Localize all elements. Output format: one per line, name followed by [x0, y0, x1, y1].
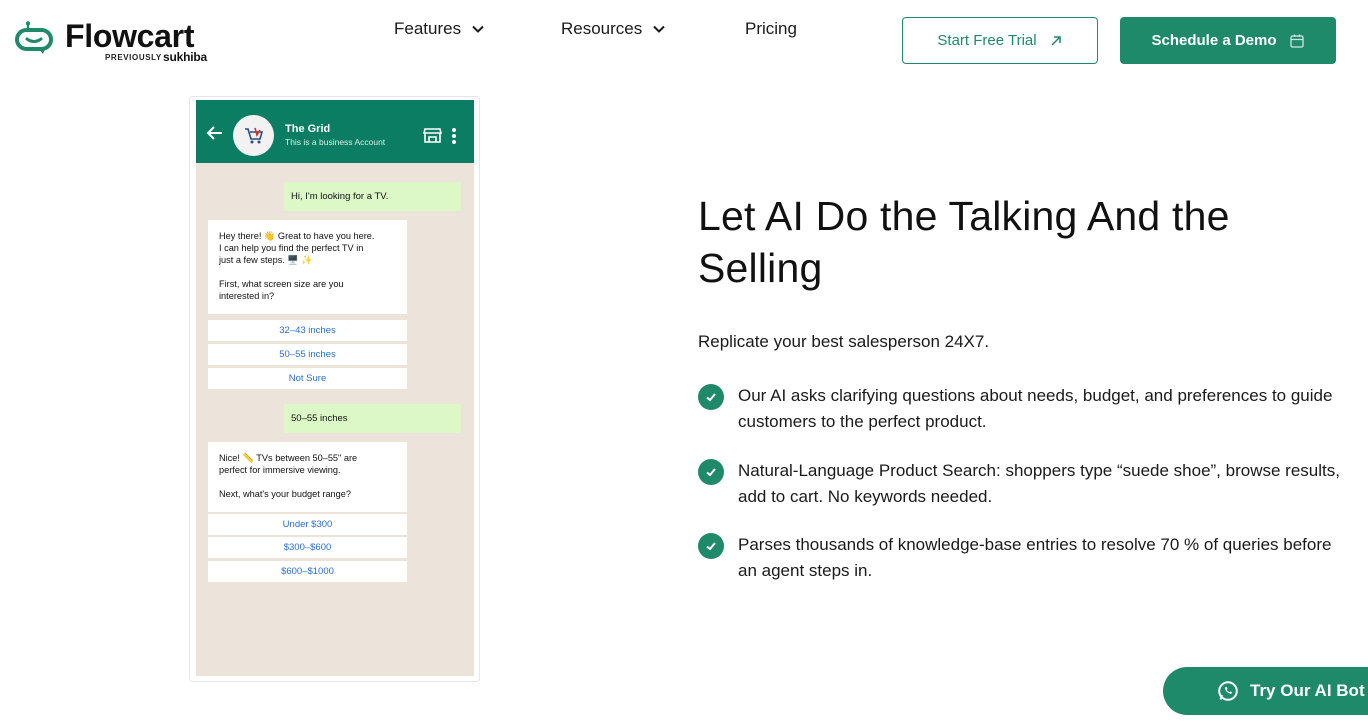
check-circle-icon — [698, 459, 724, 485]
try-ai-bot-label: Try Our AI Bot — [1250, 681, 1365, 700]
nav-item-pricing[interactable]: Pricing — [745, 17, 825, 41]
nav-item-label: Features — [394, 19, 462, 38]
nav-item-resources[interactable]: Resources — [561, 17, 701, 41]
whatsapp-icon — [1218, 681, 1238, 701]
quick-reply-option[interactable]: Under $300 — [208, 514, 407, 535]
arrow-up-right-icon — [1051, 35, 1061, 46]
check-circle-icon — [698, 533, 724, 559]
more-vertical-icon — [452, 128, 456, 144]
quick-reply-option[interactable]: $600–$1000 — [208, 561, 407, 582]
quick-reply-option[interactable]: 50–55 inches — [208, 344, 407, 365]
chevron-down-icon — [653, 25, 665, 33]
nav-item-features[interactable]: Features — [394, 17, 485, 41]
chevron-down-icon — [472, 25, 484, 33]
feature-text: Parses thousands of knowledge-base entri… — [738, 535, 1332, 580]
flowcart-logo-icon — [15, 21, 53, 54]
contact-avatar — [233, 115, 274, 156]
calendar-icon — [1289, 34, 1304, 48]
quick-reply-option[interactable]: $300–$600 — [208, 537, 407, 558]
brand-previously-label: PREVIOUSLY — [105, 53, 162, 62]
try-ai-bot-button[interactable]: Try Our AI Bot — [1163, 667, 1368, 715]
start-free-trial-label: Start Free Trial — [937, 32, 1037, 49]
start-free-trial-button[interactable]: Start Free Trial — [902, 17, 1098, 64]
message-incoming: Hey there! 👋 Great to have you here. I c… — [208, 220, 407, 314]
feature-text: Natural-Language Product Search: shopper… — [738, 461, 1340, 506]
hero-headline: Let AI Do the Talking And the Selling — [698, 193, 1230, 291]
nav-item-label: Pricing — [745, 19, 797, 38]
chat-header: The Grid This is a business Account — [196, 100, 474, 163]
brand-logo[interactable]: Flowcart PREVIOUSLY sukhiba — [15, 18, 225, 68]
store-icon — [423, 128, 442, 143]
schedule-demo-label: Schedule a Demo — [1151, 32, 1277, 49]
schedule-demo-button[interactable]: Schedule a Demo — [1120, 17, 1336, 64]
chat-screenshot: The Grid This is a business Account Hi, … — [196, 100, 474, 676]
back-arrow-icon — [206, 126, 222, 140]
feature-text: Our AI asks clarifying questions about n… — [738, 386, 1333, 431]
contact-name: The Grid — [285, 123, 331, 135]
cart-logo-icon — [244, 127, 263, 143]
contact-subtitle: This is a business Account — [285, 137, 386, 147]
message-incoming: Nice! 📏 TVs between 50–55" are perfect f… — [208, 442, 407, 512]
hero-subline: Replicate your best salesperson 24X7. — [698, 332, 990, 351]
quick-reply-option[interactable]: 32–43 inches — [208, 320, 407, 341]
nav-item-label: Resources — [561, 19, 643, 38]
brand-previous-name: sukhiba — [163, 50, 207, 64]
quick-reply-option[interactable]: Not Sure — [208, 368, 407, 389]
message-outgoing: 50–55 inches — [284, 404, 461, 433]
check-circle-icon — [698, 384, 724, 410]
message-outgoing: Hi, I'm looking for a TV. — [284, 182, 461, 211]
